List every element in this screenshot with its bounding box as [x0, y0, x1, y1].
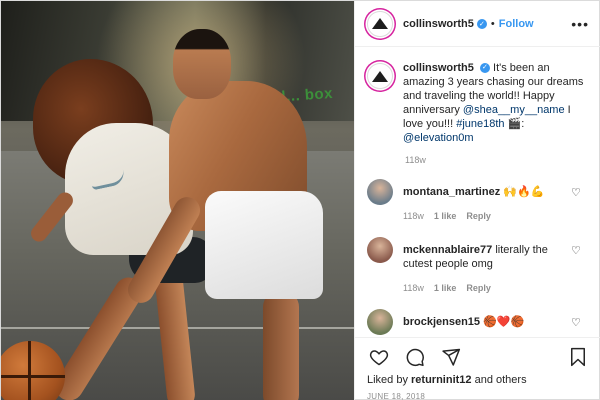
caption-body: 🎬: — [504, 118, 525, 130]
bookmark-icon — [571, 347, 585, 367]
post-side-panel: collinsworth5 ✓ • Follow ••• collinswort… — [354, 1, 600, 400]
heart-icon — [369, 350, 389, 366]
comment-meta: 118w 1 like Reply — [403, 281, 573, 295]
post-footer: Liked by returninit12 and others JUNE 18… — [355, 337, 600, 400]
comment-meta: 118w 1 like Reply — [403, 209, 573, 223]
comment-body: mckennablaire77 literally the cutest peo… — [403, 237, 573, 295]
post-date[interactable]: JUNE 18, 2018 — [367, 392, 590, 400]
commenter-avatar[interactable] — [367, 237, 393, 263]
post-caption: collinsworth5 ✓ It's been an amazing 3 y… — [367, 61, 590, 145]
comment-item: montana_martinez 🙌🔥💪 118w 1 like Reply ♡ — [367, 179, 590, 223]
comment-age[interactable]: 118w — [403, 283, 424, 293]
share-button[interactable] — [439, 346, 463, 368]
verified-badge-icon: ✓ — [476, 18, 487, 29]
more-options-icon[interactable]: ••• — [571, 16, 589, 32]
commenter-avatar[interactable] — [367, 309, 393, 335]
comment-body: brockjensen15 🏀❤️🏀118wReply — [403, 309, 573, 337]
comment-like-icon[interactable]: ♡ — [571, 318, 582, 329]
post-header: collinsworth5 ✓ • Follow ••• — [355, 1, 600, 47]
comment-icon — [406, 348, 424, 367]
liked-by-prefix: Liked by — [367, 374, 412, 386]
author-username[interactable]: collinsworth5 — [403, 18, 474, 30]
liked-by-suffix: and others — [471, 374, 527, 386]
likes-summary[interactable]: Liked by returninit12 and others — [367, 374, 590, 386]
author-avatar[interactable] — [367, 10, 393, 37]
save-button[interactable] — [566, 346, 590, 368]
follow-button[interactable]: Follow — [499, 18, 534, 30]
commenter-username[interactable]: brockjensen15 — [403, 316, 480, 328]
caption-text: collinsworth5 ✓ It's been an amazing 3 y… — [403, 61, 588, 145]
commenter-username[interactable]: mckennablaire77 — [403, 244, 492, 256]
verified-badge-icon: ✓ — [479, 63, 490, 74]
photo-man-shorts — [205, 191, 323, 299]
hashtag-link[interactable]: #june18th — [456, 118, 504, 130]
mention-link[interactable]: @shea__my__name — [463, 104, 565, 116]
comments-scroll-area[interactable]: collinsworth5 ✓ It's been an amazing 3 y… — [355, 47, 600, 337]
photo-man-leg — [263, 291, 299, 400]
comment-like-icon[interactable]: ♡ — [571, 188, 582, 199]
caption-age[interactable]: 118w — [405, 155, 590, 165]
post-photo[interactable]: Pl... box — [1, 1, 354, 400]
action-bar — [367, 346, 590, 368]
comment-age[interactable]: 118w — [403, 211, 424, 221]
comment-like-icon[interactable]: ♡ — [571, 246, 582, 257]
share-icon — [442, 348, 461, 366]
liked-by-user[interactable]: returninit12 — [411, 374, 472, 386]
comment-text: 🙌🔥💪 — [500, 186, 545, 198]
photo-man-head — [173, 29, 231, 99]
comment-item: mckennablaire77 literally the cutest peo… — [367, 237, 590, 295]
comment-text: 🏀❤️🏀 — [480, 316, 525, 328]
caption-avatar[interactable] — [367, 63, 393, 89]
comment-item: brockjensen15 🏀❤️🏀118wReply♡ — [367, 309, 590, 337]
header-separator: • — [490, 17, 495, 30]
caption-username[interactable]: collinsworth5 — [403, 62, 474, 74]
comment-likes[interactable]: 1 like — [434, 211, 457, 221]
reply-button[interactable]: Reply — [466, 211, 491, 221]
comment-likes[interactable]: 1 like — [434, 283, 457, 293]
comment-body: montana_martinez 🙌🔥💪 118w 1 like Reply — [403, 179, 573, 223]
commenter-avatar[interactable] — [367, 179, 393, 205]
comment-list: montana_martinez 🙌🔥💪 118w 1 like Reply ♡ mcke… — [367, 179, 590, 337]
instagram-post: Pl... box collinsworth5 ✓ • Follow ••• c… — [0, 0, 600, 400]
commenter-username[interactable]: montana_martinez — [403, 186, 500, 198]
mention-link[interactable]: @elevation0m — [403, 132, 473, 144]
reply-button[interactable]: Reply — [466, 283, 491, 293]
like-button[interactable] — [367, 346, 391, 368]
comment-button[interactable] — [403, 346, 427, 368]
